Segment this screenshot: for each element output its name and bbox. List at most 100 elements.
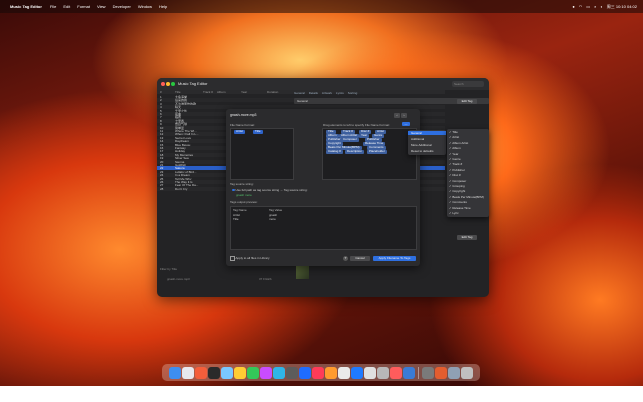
tab-lyrics[interactable]: Lyrics	[336, 91, 344, 95]
submenu-item[interactable]: ✓ Album Artist	[449, 141, 468, 145]
status-icon[interactable]: ●	[572, 4, 574, 9]
submenu-item-label: Publisher	[452, 167, 465, 172]
menu-window[interactable]: Window	[138, 4, 152, 9]
dock-app-icon[interactable]	[403, 366, 415, 379]
apply-filename-to-tags-button[interactable]: Apply Filename To Tags	[373, 256, 416, 261]
dock-app-icon[interactable]	[286, 366, 298, 379]
submenu-item[interactable]: ✓ Grouping	[449, 184, 465, 188]
tab-general[interactable]: General	[294, 91, 305, 95]
column-number[interactable]: #	[160, 90, 162, 94]
submenu-item[interactable]: ✓ Album	[449, 146, 461, 150]
clock[interactable]: 周三 10:10 04:02	[607, 4, 637, 10]
tab-details[interactable]: Details	[309, 91, 318, 95]
prev-file-button[interactable]: ‹	[394, 113, 400, 118]
submenu-item[interactable]: ✓ Lyric	[449, 211, 459, 215]
submenu-item[interactable]: ✓ Artist	[449, 135, 459, 139]
column-track[interactable]: Track #	[203, 90, 213, 94]
submenu-item[interactable]: ✓ Release Time	[449, 206, 471, 210]
dock-app-icon[interactable]	[351, 366, 363, 379]
submenu-item[interactable]: ✓ Comments	[449, 200, 467, 204]
tab-sorting[interactable]: Sorting	[348, 91, 358, 95]
dock-app-icon[interactable]	[435, 366, 447, 379]
column-title[interactable]: Title	[175, 90, 181, 94]
dock-app-icon[interactable]	[195, 366, 207, 379]
elements-menu-button[interactable]: ⋯	[402, 122, 410, 126]
submenu-item-label: Album	[452, 146, 461, 151]
submenu-item[interactable]: ✓ Year	[449, 152, 458, 156]
dock-app-icon[interactable]	[312, 366, 324, 379]
dock-app-icon[interactable]	[377, 366, 389, 379]
element-chip[interactable]: Placeholder	[367, 149, 387, 154]
app-menu[interactable]: Music Tag Editor	[10, 4, 42, 9]
tab-artwork[interactable]: Artwork	[322, 91, 332, 95]
format-chip-artist[interactable]: Artist	[234, 129, 245, 134]
dock-app-icon[interactable]	[325, 366, 337, 379]
column-year[interactable]: Year	[241, 90, 247, 94]
dock-app-icon[interactable]	[234, 366, 246, 379]
wifi-icon[interactable]: ◠	[579, 4, 583, 9]
preview-header-value: Tag Value	[269, 208, 283, 212]
submenu-item-label: Album Artist	[452, 140, 469, 145]
menu-help[interactable]: Help	[159, 4, 167, 9]
dock-app-icon[interactable]	[260, 366, 272, 379]
cancel-button[interactable]: Cancel	[350, 256, 370, 261]
column-duration[interactable]: Duration	[267, 90, 278, 94]
element-chip[interactable]: Composer	[341, 137, 359, 142]
minimize-button[interactable]	[166, 82, 170, 86]
help-icon[interactable]: ?	[343, 256, 348, 261]
submenu-item[interactable]: ✓ Disc #	[449, 173, 461, 177]
submenu-item-label: Composer	[452, 178, 467, 183]
use-full-path-option[interactable]: Use full path as tag source string → Tag…	[232, 188, 307, 192]
battery-icon[interactable]: ▭	[586, 4, 590, 9]
general-submenu: ✓ Title ✓ Artist ✓ Album Artist ✓ Album ✓ Ye…	[447, 129, 489, 217]
filter-label: Filter by Title	[160, 267, 178, 271]
search-field[interactable]: Search	[452, 81, 484, 87]
close-button[interactable]	[161, 82, 165, 86]
use-full-path-radio[interactable]	[232, 188, 235, 192]
edit-tag-button[interactable]: Edit Tag	[457, 99, 477, 104]
apply-all-checkbox[interactable]	[230, 256, 235, 261]
control-center-icon[interactable]: ◐	[600, 4, 602, 9]
context-menu-item[interactable]: Additional	[408, 137, 446, 141]
submenu-item[interactable]: ✓ Publisher	[449, 168, 465, 172]
dock-app-icon[interactable]	[273, 366, 285, 379]
element-chip[interactable]: Catalog #	[326, 149, 343, 154]
element-chip[interactable]: Description	[345, 149, 365, 154]
dock-app-icon[interactable]	[422, 366, 434, 379]
context-menu-item[interactable]: Reset to defaults	[408, 149, 446, 153]
zoom-button[interactable]	[171, 82, 175, 86]
dock-app-icon[interactable]	[247, 366, 259, 379]
submenu-item[interactable]: ✓ Beats Per Minute(BPM)	[449, 195, 484, 199]
menu-bar: Music Tag Editor File Edit Format View D…	[0, 0, 643, 13]
menu-view[interactable]: View	[97, 4, 106, 9]
edit-tag-button-2[interactable]: Edit Tag	[457, 235, 477, 240]
submenu-item[interactable]: ✓ Title	[449, 130, 458, 134]
dock-app-icon[interactable]	[338, 366, 350, 379]
context-menu-item[interactable]: More Additional	[408, 143, 446, 147]
dock-app-icon[interactable]	[208, 366, 220, 379]
dock-app-icon[interactable]	[169, 366, 181, 379]
submenu-item[interactable]: ✓ Copyright	[449, 189, 465, 193]
apply-all-option[interactable]: Apply to all files in Library	[230, 256, 270, 261]
next-file-button[interactable]: ›	[401, 113, 407, 118]
dock-app-icon[interactable]	[461, 366, 473, 379]
menu-edit[interactable]: Edit	[63, 4, 70, 9]
dock-app-icon[interactable]	[182, 366, 194, 379]
dock-app-icon[interactable]	[221, 366, 233, 379]
column-album[interactable]: Album	[217, 90, 226, 94]
menu-developer[interactable]: Developer	[113, 4, 131, 9]
format-chip-title[interactable]: Title	[253, 129, 263, 134]
dock-app-icon[interactable]	[299, 366, 311, 379]
menu-format[interactable]: Format	[77, 4, 90, 9]
preview-row-value: more	[269, 217, 276, 221]
submenu-item[interactable]: ✓ Track #	[449, 162, 462, 166]
context-menu-item[interactable]: General	[408, 131, 446, 135]
dock-app-icon[interactable]	[448, 366, 460, 379]
format-drop-zone[interactable]: Artist Title	[230, 128, 294, 180]
search-icon[interactable]: ⌕	[594, 4, 596, 9]
menu-file[interactable]: File	[50, 4, 56, 9]
dock-app-icon[interactable]	[364, 366, 376, 379]
submenu-item[interactable]: ✓ Composer	[449, 179, 466, 183]
dock-app-icon[interactable]	[390, 366, 402, 379]
submenu-item[interactable]: ✓ Genre	[449, 157, 461, 161]
